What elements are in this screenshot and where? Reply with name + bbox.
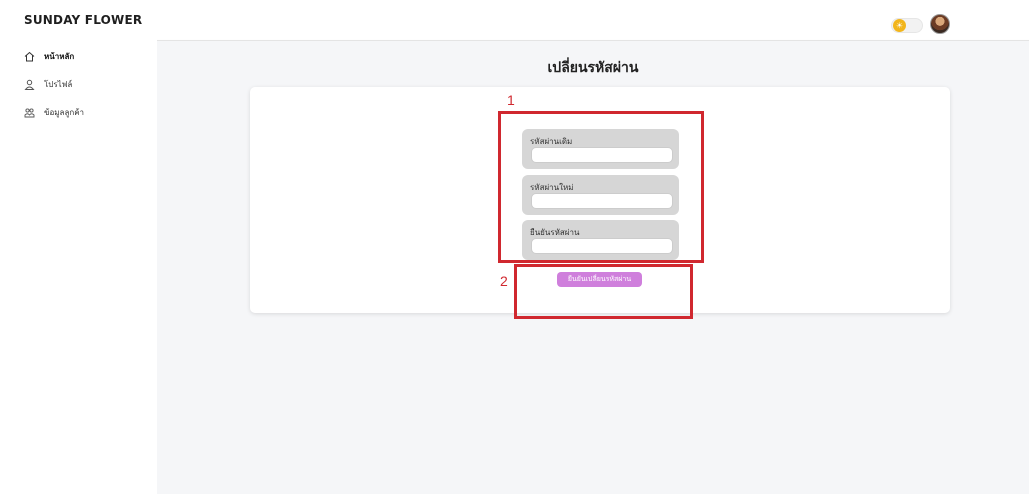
page-title: เปลี่ยนรหัสผ่าน [547,60,639,76]
sidebar-item-customers[interactable]: ข้อมูลลูกค้า [24,103,84,121]
theme-toggle[interactable]: ☀ [891,18,923,33]
sidebar-item-label: โปรไฟล์ [44,79,73,89]
annotation-box-1 [498,111,704,263]
sidebar: หน้าหลัก โปรไฟล์ ข้อมูลลูกค้า [0,40,157,494]
user-avatar[interactable] [930,14,950,34]
annotation-number-2: 2 [500,273,508,289]
annotation-box-2 [514,264,693,319]
annotation-number-1: 1 [507,92,515,108]
sidebar-item-profile[interactable]: โปรไฟล์ [24,75,72,93]
home-icon [24,51,35,62]
sidebar-item-home[interactable]: หน้าหลัก [24,47,74,65]
sidebar-item-label: ข้อมูลลูกค้า [44,107,85,117]
user-icon [24,79,35,90]
app-brand: SUNDAY FLOWER [24,13,143,27]
sidebar-item-label: หน้าหลัก [44,51,75,61]
sun-icon: ☀ [893,19,906,32]
customers-icon [24,107,35,118]
